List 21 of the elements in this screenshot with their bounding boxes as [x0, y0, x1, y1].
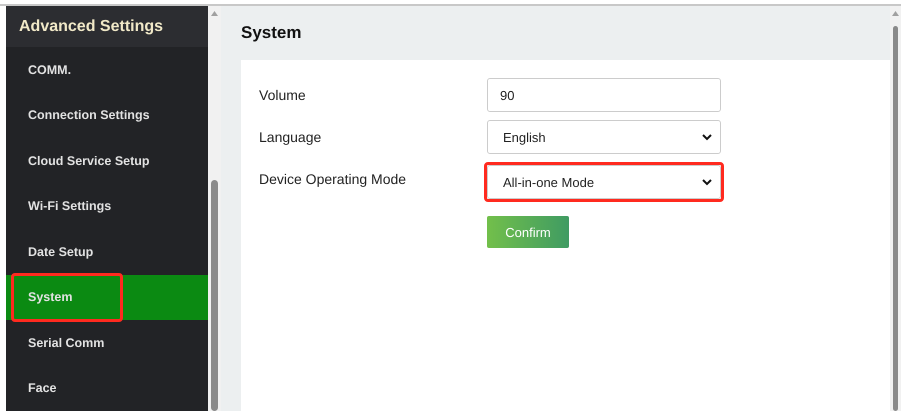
sidebar-item[interactable]: Wi-Fi Settings	[6, 184, 208, 229]
scrollbar[interactable]	[208, 6, 221, 411]
dropdown[interactable]: English	[487, 120, 721, 154]
sidebar-item[interactable]: Serial Comm	[6, 320, 208, 366]
page-title: System	[241, 22, 302, 44]
sidebar-item[interactable]: Face	[6, 366, 208, 411]
scroll-up-icon[interactable]	[892, 11, 899, 16]
sidebar-item[interactable]: Date Setup	[6, 229, 208, 274]
dropdown[interactable]: All-in-one Mode	[487, 165, 721, 199]
sidebar-item[interactable]: COMM.	[6, 47, 208, 92]
scrollbar[interactable]	[890, 6, 901, 411]
field-label: Language	[259, 128, 322, 145]
scroll-up-icon[interactable]	[211, 11, 218, 16]
volume-field[interactable]: 90	[487, 78, 721, 112]
field-label: Volume	[259, 86, 307, 103]
sidebar-item[interactable]: Cloud Service Setup	[6, 138, 208, 184]
chevron-down-icon	[702, 134, 712, 140]
chevron-down-icon	[702, 178, 712, 186]
field-label: Device Operating Mode	[259, 170, 408, 187]
sidebar-item[interactable]: Connection Settings	[6, 92, 208, 138]
sidebar-title: Advanced Settings	[6, 6, 208, 47]
